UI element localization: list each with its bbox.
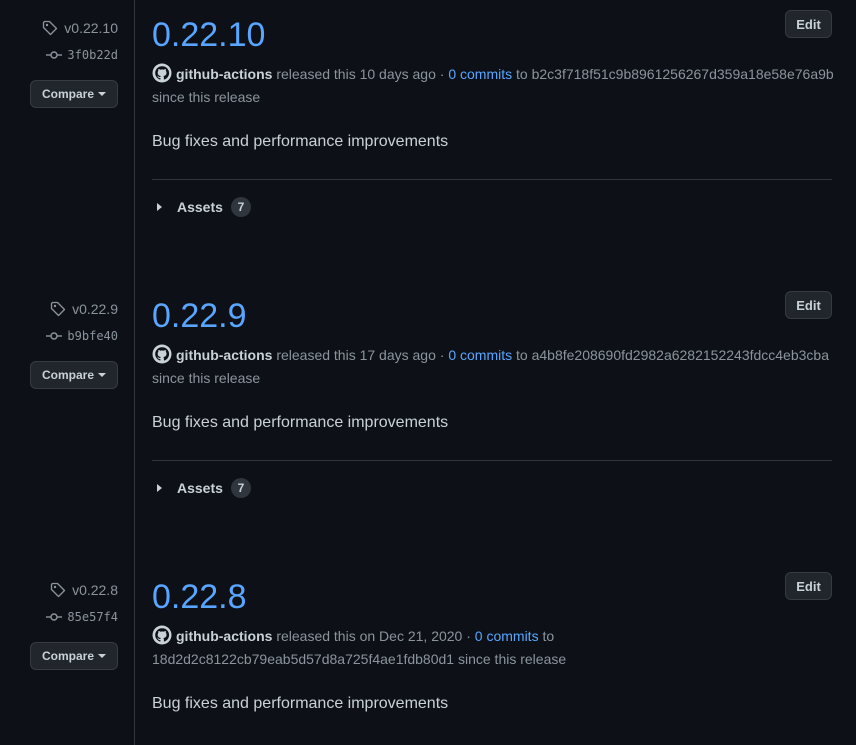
compare-button[interactable]: Compare: [30, 642, 118, 670]
commits-link[interactable]: 0 commits: [475, 628, 539, 644]
author-link[interactable]: github-actions: [176, 347, 272, 363]
released-text: released this on Dec 21, 2020 ·: [272, 628, 475, 644]
commit-hash: 85e57f4: [67, 610, 118, 624]
compare-label: Compare: [41, 368, 94, 382]
github-logo-icon[interactable]: [152, 63, 172, 83]
edit-button[interactable]: Edit: [785, 572, 832, 600]
release-entry: v0.22.9 b9bfe40 Compare 0.22.9 Edit gith…: [0, 281, 856, 562]
compare-label: Compare: [41, 87, 94, 101]
triangle-down-icon: [98, 654, 106, 658]
commit-hash: b9bfe40: [67, 329, 118, 343]
git-commit-icon: [46, 613, 63, 621]
release-tag[interactable]: v0.22.8: [50, 582, 118, 598]
release-title[interactable]: 0.22.9: [152, 294, 247, 338]
tag-icon: [43, 20, 58, 36]
edit-button[interactable]: Edit: [785, 10, 832, 38]
triangle-down-icon: [98, 92, 106, 96]
author-link[interactable]: github-actions: [176, 66, 272, 82]
git-commit-icon: [46, 51, 63, 59]
tag-icon: [50, 582, 66, 598]
release-notes: Bug fixes and performance improvements: [152, 414, 449, 431]
released-text: released this 10 days ago ·: [272, 66, 449, 82]
assets-count-badge: 7: [230, 478, 251, 498]
release-meta: github-actions released this 17 days ago…: [152, 344, 834, 390]
section-divider: [152, 179, 832, 180]
target-hash: a4b8fe208690fd2982a6282152243fdcc4eb3cba: [531, 347, 829, 363]
commits-link[interactable]: 0 commits: [448, 347, 512, 363]
compare-label: Compare: [41, 649, 94, 663]
assets-label: Assets: [177, 480, 223, 496]
assets-count-badge: 7: [230, 197, 251, 217]
tag-label: v0.22.8: [72, 582, 118, 598]
released-text: released this 17 days ago ·: [272, 347, 449, 363]
release-commit[interactable]: 3f0b22d: [46, 47, 118, 63]
since-text: since this release: [152, 89, 261, 105]
release-tag[interactable]: v0.22.9: [50, 301, 118, 317]
release-entry: v0.22.8 85e57f4 Compare 0.22.8 Edit gith…: [0, 562, 856, 745]
tag-icon: [50, 301, 66, 317]
assets-toggle[interactable]: Assets 7: [157, 478, 251, 498]
tag-label: v0.22.9: [72, 301, 118, 317]
commit-hash: 3f0b22d: [67, 48, 118, 62]
release-title[interactable]: 0.22.8: [152, 575, 247, 619]
release-meta: github-actions released this 10 days ago…: [152, 63, 834, 109]
target-hash: 18d2d2c8122cb79eab5d57d8a725f4ae1fdb80d1: [152, 651, 455, 667]
section-divider: [152, 460, 832, 461]
target-hash: b2c3f718f51c9b8961256267d359a18e58e76a9b: [531, 66, 834, 82]
edit-button[interactable]: Edit: [785, 291, 832, 319]
since-text: since this release: [152, 370, 261, 386]
github-logo-icon[interactable]: [152, 625, 172, 645]
to-text: to: [512, 347, 532, 363]
release-tag[interactable]: v0.22.10: [42, 20, 118, 36]
triangle-right-icon: [157, 484, 162, 492]
release-notes: Bug fixes and performance improvements: [152, 695, 449, 712]
release-notes: Bug fixes and performance improvements: [152, 133, 449, 150]
assets-toggle[interactable]: Assets 7: [157, 197, 251, 217]
tag-label: v0.22.10: [64, 20, 118, 36]
release-entry: v0.22.10 3f0b22d Compare 0.22.10 Edit gi…: [0, 0, 856, 281]
to-text: to: [512, 66, 532, 82]
release-commit[interactable]: b9bfe40: [46, 328, 118, 344]
compare-button[interactable]: Compare: [30, 80, 118, 108]
compare-button[interactable]: Compare: [30, 361, 118, 389]
triangle-down-icon: [98, 373, 106, 377]
since-text: since this release: [454, 651, 567, 667]
to-text: to: [538, 628, 555, 644]
triangle-right-icon: [157, 203, 162, 211]
release-commit[interactable]: 85e57f4: [46, 609, 118, 625]
git-commit-icon: [46, 332, 63, 340]
author-link[interactable]: github-actions: [176, 628, 272, 644]
assets-label: Assets: [177, 199, 223, 215]
commits-link[interactable]: 0 commits: [448, 66, 512, 82]
release-meta: github-actions released this on Dec 21, …: [152, 625, 834, 671]
release-title[interactable]: 0.22.10: [152, 13, 265, 57]
github-logo-icon[interactable]: [152, 344, 172, 364]
